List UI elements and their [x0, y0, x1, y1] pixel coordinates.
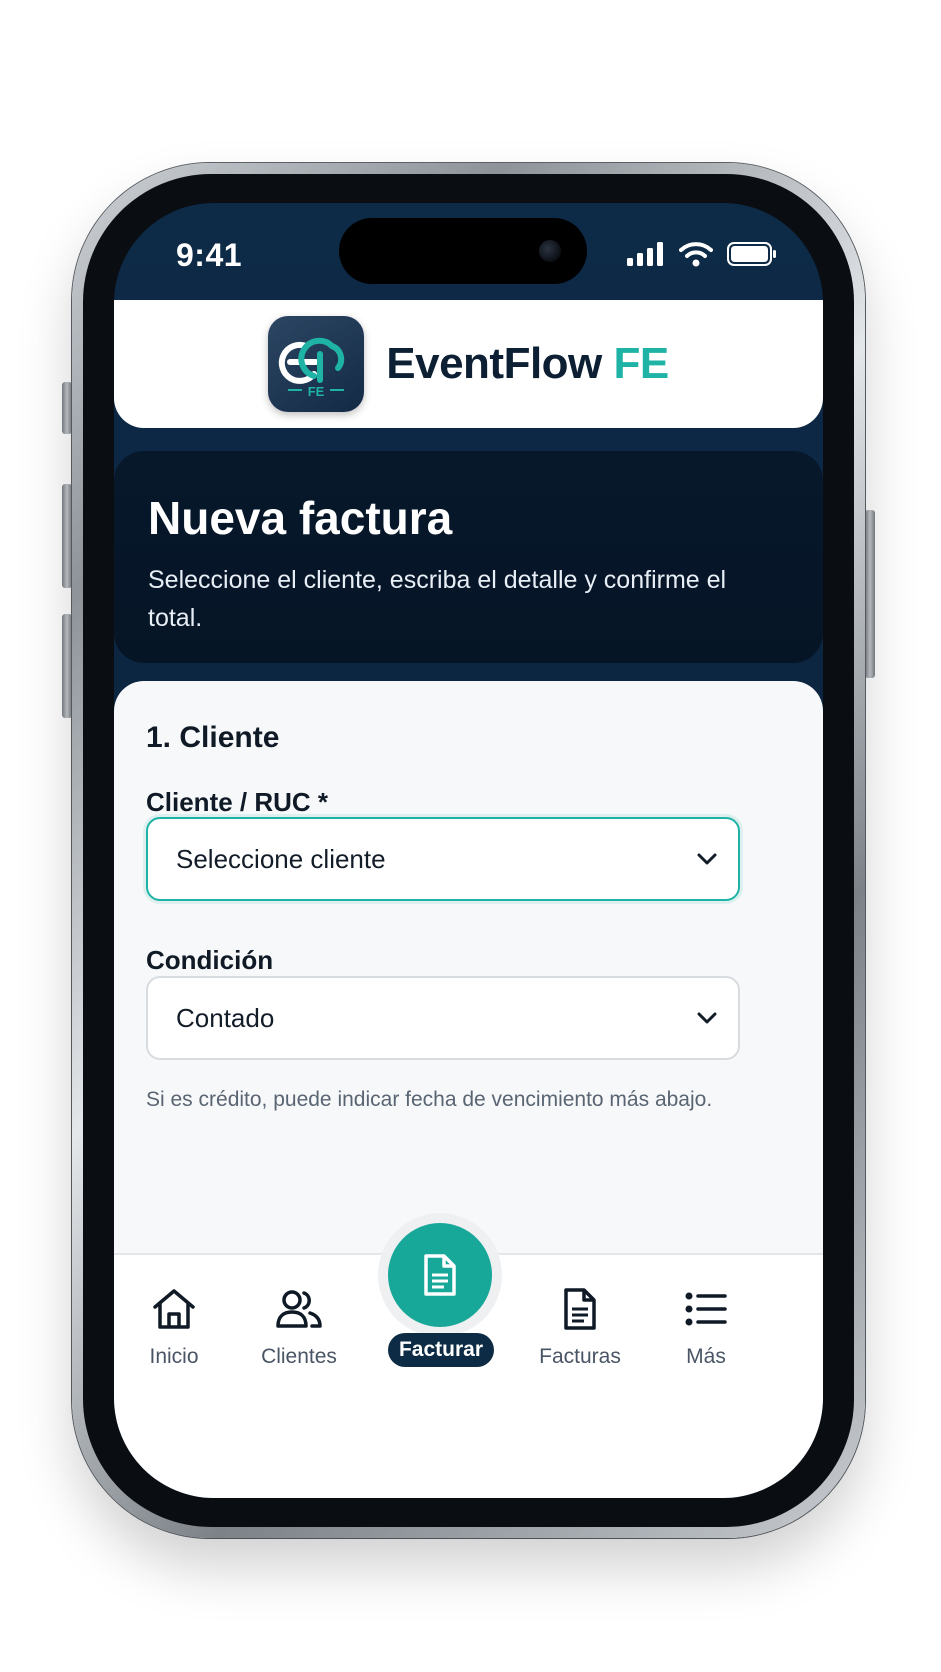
client-select-value: Seleccione cliente [176, 843, 386, 874]
page-subtitle: Seleccione el cliente, escriba el detall… [148, 566, 727, 632]
facturar-fab-button[interactable] [388, 1223, 492, 1327]
section-title: 1. Cliente [146, 721, 280, 754]
brand-header: FE EventFlow FE [114, 270, 823, 428]
volume-up-button [62, 484, 72, 588]
nav-label-facturas: Facturas [539, 1345, 621, 1368]
app-logo: FE [268, 316, 365, 412]
brand-name-accent: FE [613, 339, 670, 388]
page-title: Nueva factura [148, 492, 453, 544]
bottom-navigation: Inicio Clientes Facturar Facturas Más [114, 1213, 823, 1498]
dynamic-island [339, 218, 587, 284]
chevron-down-icon [697, 853, 717, 865]
nav-item-clientes[interactable]: Clientes [239, 1285, 359, 1369]
nav-item-mas[interactable]: Más [646, 1285, 766, 1369]
chevron-down-icon [697, 1012, 717, 1024]
nav-item-facturas[interactable]: Facturas [520, 1285, 640, 1369]
status-icons [627, 241, 777, 267]
users-icon [274, 1285, 324, 1333]
nav-label-clientes: Clientes [261, 1345, 337, 1368]
brand-name: EventFlow FE [386, 339, 669, 389]
nav-label-inicio: Inicio [149, 1345, 199, 1368]
signal-icon [627, 242, 663, 266]
client-field-label: Cliente / RUC * [146, 787, 329, 817]
condition-select-value: Contado [176, 1002, 275, 1033]
fab-ring [378, 1213, 502, 1337]
logo-mark-icon: FE [279, 337, 345, 399]
device-stage: 9:41 FE EventFlow FE Nueva factura Selec… [0, 0, 941, 1672]
front-camera [539, 240, 561, 262]
phone-screen: 9:41 FE EventFlow FE Nueva factura Selec… [114, 203, 823, 1498]
status-time: 9:41 [176, 237, 243, 273]
logo-sub-text: FE [308, 384, 325, 399]
condition-select[interactable]: Contado [146, 976, 740, 1060]
list-icon [685, 1285, 727, 1333]
volume-down-button [62, 614, 72, 718]
battery-icon [727, 242, 776, 266]
wifi-icon [679, 242, 713, 267]
power-button [865, 510, 875, 678]
nav-item-inicio[interactable]: Inicio [114, 1285, 234, 1369]
page-hero: Nueva factura Seleccione el cliente, esc… [114, 451, 823, 663]
nav-label-mas: Más [686, 1345, 726, 1368]
condition-field-label: Condición [146, 945, 274, 975]
invoice-icon [562, 1285, 598, 1333]
home-icon [151, 1285, 197, 1333]
brand-name-main: EventFlow [386, 339, 602, 388]
nav-label-facturar[interactable]: Facturar [388, 1333, 494, 1367]
client-select[interactable]: Seleccione cliente [146, 817, 740, 901]
document-icon [424, 1254, 456, 1296]
action-button [62, 382, 72, 434]
condition-helper-text: Si es crédito, puede indicar fecha de ve… [146, 1088, 713, 1111]
client-form-card: 1. Cliente Cliente / RUC * Seleccione cl… [114, 681, 823, 1301]
